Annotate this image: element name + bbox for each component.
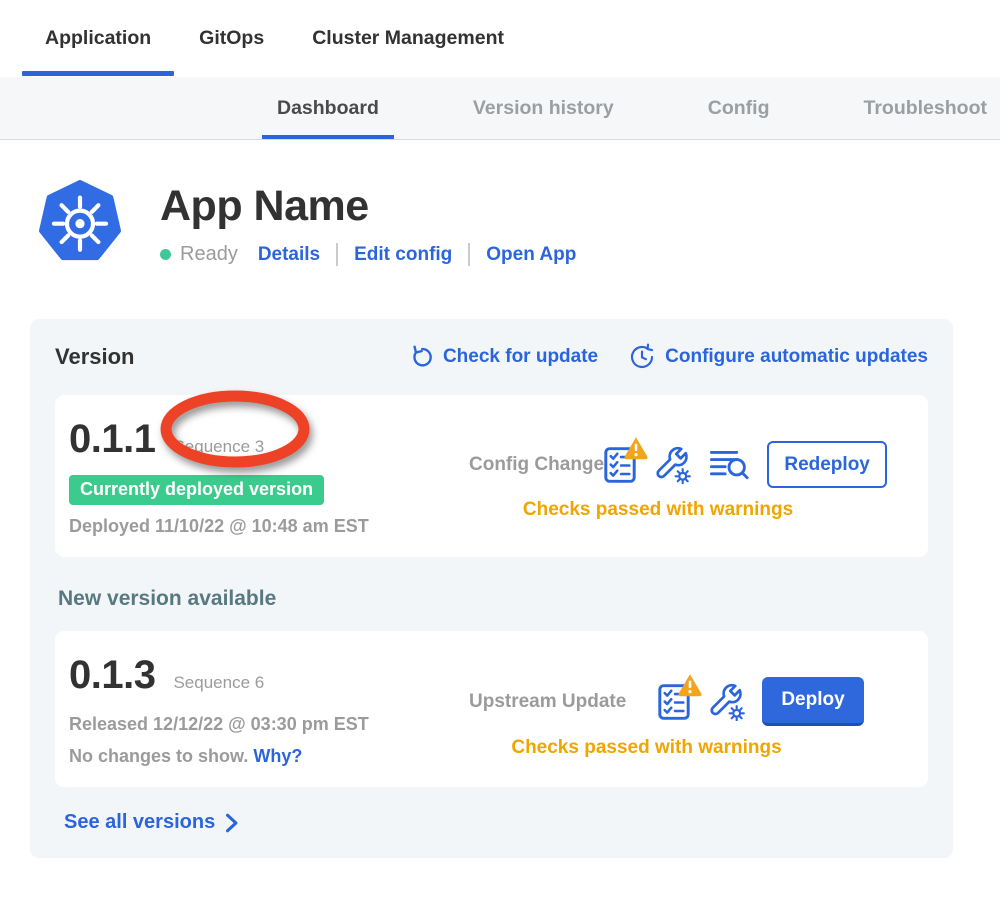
app-nav: Dashboard Version history Config Trouble… [0, 77, 1000, 140]
version-section-title: Version [55, 344, 134, 370]
preflight-checks-status: Checks passed with warnings [469, 499, 887, 521]
new-version-card: 0.1.3 Sequence 6 Released 12/12/22 @ 03:… [55, 631, 928, 787]
preflight-checks-status: Checks passed with warnings [469, 737, 864, 759]
why-link[interactable]: Why? [253, 746, 302, 766]
edit-config-link[interactable]: Edit config [354, 244, 452, 266]
primary-nav: Application GitOps Cluster Management [0, 0, 1000, 77]
release-type-label: Upstream Update [469, 691, 626, 713]
wrench-gear-icon[interactable] [707, 683, 745, 721]
divider [468, 243, 470, 266]
tab-application[interactable]: Application [45, 0, 151, 77]
tab-cluster-management[interactable]: Cluster Management [312, 0, 504, 77]
status-text: Ready [180, 243, 238, 266]
release-type-label: Config Change [469, 454, 604, 476]
tab-version-history[interactable]: Version history [458, 77, 629, 139]
preflight-checklist-icon[interactable] [658, 684, 690, 720]
preflight-checklist-icon[interactable] [604, 447, 636, 483]
auto-update-icon [628, 343, 656, 371]
current-version-sequence: Sequence 3 [173, 437, 264, 457]
redeploy-button[interactable]: Redeploy [767, 441, 887, 488]
warning-triangle-icon [623, 435, 649, 460]
divider [336, 243, 338, 266]
current-version-number: 0.1.1 [69, 417, 155, 462]
configure-automatic-updates-link[interactable]: Configure automatic updates [628, 343, 928, 371]
status-dot [160, 249, 171, 260]
page-title: App Name [160, 182, 576, 231]
open-app-link[interactable]: Open App [486, 244, 576, 266]
wrench-gear-icon[interactable] [653, 446, 691, 484]
tab-config[interactable]: Config [693, 77, 785, 139]
released-timestamp: Released 12/12/22 @ 03:30 pm EST [69, 714, 469, 735]
new-version-sequence: Sequence 6 [173, 673, 264, 693]
deployed-timestamp: Deployed 11/10/22 @ 10:48 am EST [69, 516, 469, 537]
new-version-heading: New version available [58, 587, 928, 611]
refresh-icon [408, 344, 434, 370]
warning-triangle-icon [677, 672, 703, 697]
check-for-update-link[interactable]: Check for update [408, 344, 598, 370]
deployed-badge: Currently deployed version [69, 475, 324, 505]
see-all-versions-link[interactable]: See all versions [64, 811, 928, 834]
no-changes-text: No changes to show. Why? [69, 746, 469, 767]
chevron-right-icon [225, 813, 239, 833]
tab-gitops[interactable]: GitOps [199, 0, 264, 77]
kubernetes-logo [38, 180, 122, 264]
tab-dashboard[interactable]: Dashboard [262, 77, 394, 139]
deploy-button[interactable]: Deploy [762, 677, 864, 726]
tab-troubleshoot[interactable]: Troubleshoot [848, 77, 1000, 139]
current-version-card: 0.1.1 Sequence 3 Currently deployed vers… [55, 395, 928, 557]
version-panel: Version Check for update [30, 319, 953, 858]
diff-view-icon[interactable] [708, 448, 750, 481]
details-link[interactable]: Details [258, 244, 320, 266]
new-version-number: 0.1.3 [69, 653, 155, 698]
app-header: App Name Ready Details Edit config Open … [38, 180, 1000, 266]
